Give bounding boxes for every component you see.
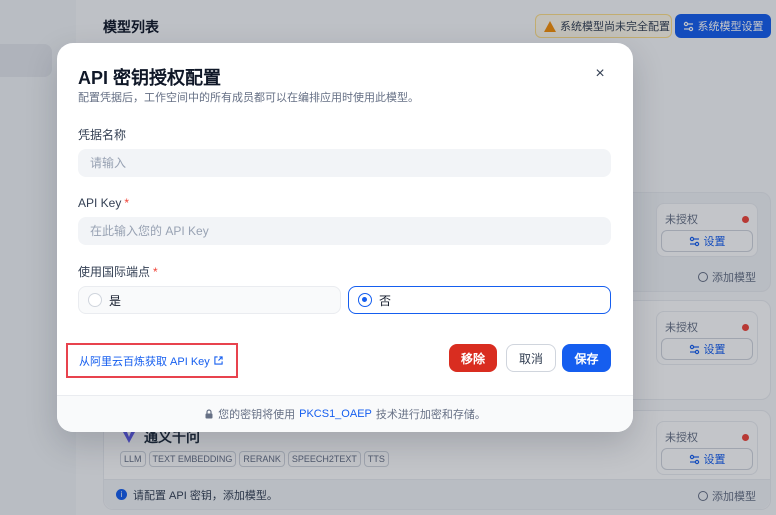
api-key-label-text: API Key bbox=[78, 196, 122, 210]
radio-option-label: 是 bbox=[109, 293, 122, 308]
modal-title: API 密钥授权配置 bbox=[78, 68, 222, 88]
radio-option-yes[interactable]: 是 bbox=[78, 286, 341, 314]
lock-icon bbox=[205, 409, 213, 419]
external-link-icon bbox=[214, 356, 223, 365]
credential-name-input[interactable] bbox=[78, 149, 611, 177]
api-key-input[interactable] bbox=[78, 217, 611, 245]
get-api-key-text: 从阿里云百炼获取 API Key bbox=[79, 355, 210, 368]
required-marker: * bbox=[153, 265, 158, 279]
encryption-note-suffix: 技术进行加密和存储。 bbox=[375, 409, 486, 421]
save-button[interactable]: 保存 bbox=[562, 344, 611, 372]
encryption-note-prefix: 您的密钥将使用 bbox=[218, 409, 296, 421]
close-icon[interactable]: × bbox=[593, 66, 607, 82]
required-marker: * bbox=[124, 196, 130, 210]
api-key-label: API Key * bbox=[78, 196, 129, 210]
remove-button[interactable]: 移除 bbox=[449, 344, 497, 372]
intl-endpoint-label-text: 使用国际端点 bbox=[78, 265, 151, 279]
radio-option-no[interactable]: 否 bbox=[348, 286, 611, 314]
encryption-note: 您的密钥将使用 PKCS1_OAEP 技术进行加密和存储。 bbox=[57, 395, 633, 432]
modal-description: 配置凭据后，工作空间中的所有成员都可以在编排应用时使用此模型。 bbox=[78, 92, 419, 104]
radio-option-label: 否 bbox=[379, 293, 392, 308]
api-key-config-modal: API 密钥授权配置 配置凭据后，工作空间中的所有成员都可以在编排应用时使用此模… bbox=[57, 43, 633, 432]
pkcs-link[interactable]: PKCS1_OAEP bbox=[299, 408, 372, 420]
radio-checked-icon bbox=[358, 293, 372, 307]
get-api-key-link[interactable]: 从阿里云百炼获取 API Key bbox=[66, 343, 238, 378]
intl-endpoint-label: 使用国际端点 * bbox=[78, 263, 158, 280]
radio-unchecked-icon bbox=[88, 293, 102, 307]
cancel-button[interactable]: 取消 bbox=[506, 344, 556, 372]
credential-name-label: 凭据名称 bbox=[78, 126, 126, 143]
credential-name-label-text: 凭据名称 bbox=[78, 128, 127, 142]
